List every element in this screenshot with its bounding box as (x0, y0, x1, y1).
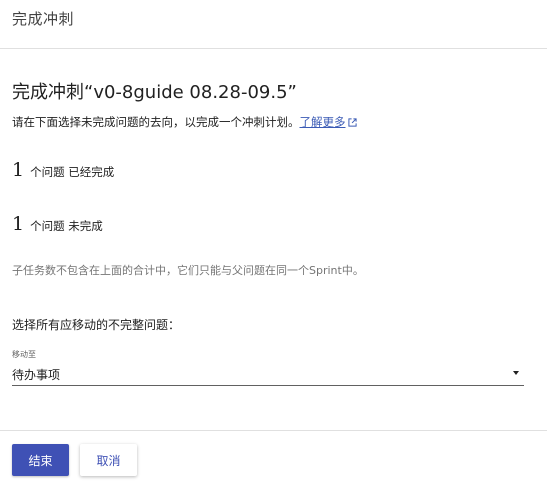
move-question: 选择所有应移动的不完整问题： (12, 318, 181, 332)
page-title: 完成冲刺“v0-8guide 08.28-09.5” (12, 82, 297, 103)
completed-label: 个问题 已经完成 (30, 165, 115, 179)
incomplete-count: 1 (12, 213, 25, 235)
learn-more-link[interactable]: 了解更多 (300, 115, 357, 129)
move-to-label: 移动至 (12, 350, 36, 359)
dropdown-arrow-icon[interactable] (513, 371, 519, 375)
move-to-select[interactable]: 移动至 待办事项 (12, 346, 524, 386)
cancel-button[interactable]: 取消 (80, 444, 137, 476)
completed-count: 1 (12, 159, 25, 181)
learn-more-label: 了解更多 (299, 115, 346, 129)
dialog-header-title: 完成冲刺 (12, 10, 75, 28)
finish-button[interactable]: 结束 (12, 444, 69, 476)
complete-sprint-dialog: 完成冲刺 完成冲刺“v0-8guide 08.28-09.5” 请在下面选择未完… (0, 0, 547, 490)
subtask-note: 子任务数不包含在上面的合计中，它们只能与父问题在同一个Sprint中。 (12, 264, 364, 277)
description-text: 请在下面选择未完成问题的去向，以完成一个冲刺计划。 (12, 115, 300, 129)
move-to-value: 待办事项 (12, 368, 61, 382)
incomplete-label: 个问题 未完成 (30, 219, 103, 233)
dialog-footer: 结束 取消 (0, 430, 547, 490)
completed-issues-stat: 1 个问题 已经完成 (12, 159, 114, 181)
external-link-icon (347, 116, 357, 130)
incomplete-issues-stat: 1 个问题 未完成 (12, 213, 103, 235)
description: 请在下面选择未完成问题的去向，以完成一个冲刺计划。了解更多 (12, 114, 357, 130)
dialog-header: 完成冲刺 (0, 0, 547, 49)
